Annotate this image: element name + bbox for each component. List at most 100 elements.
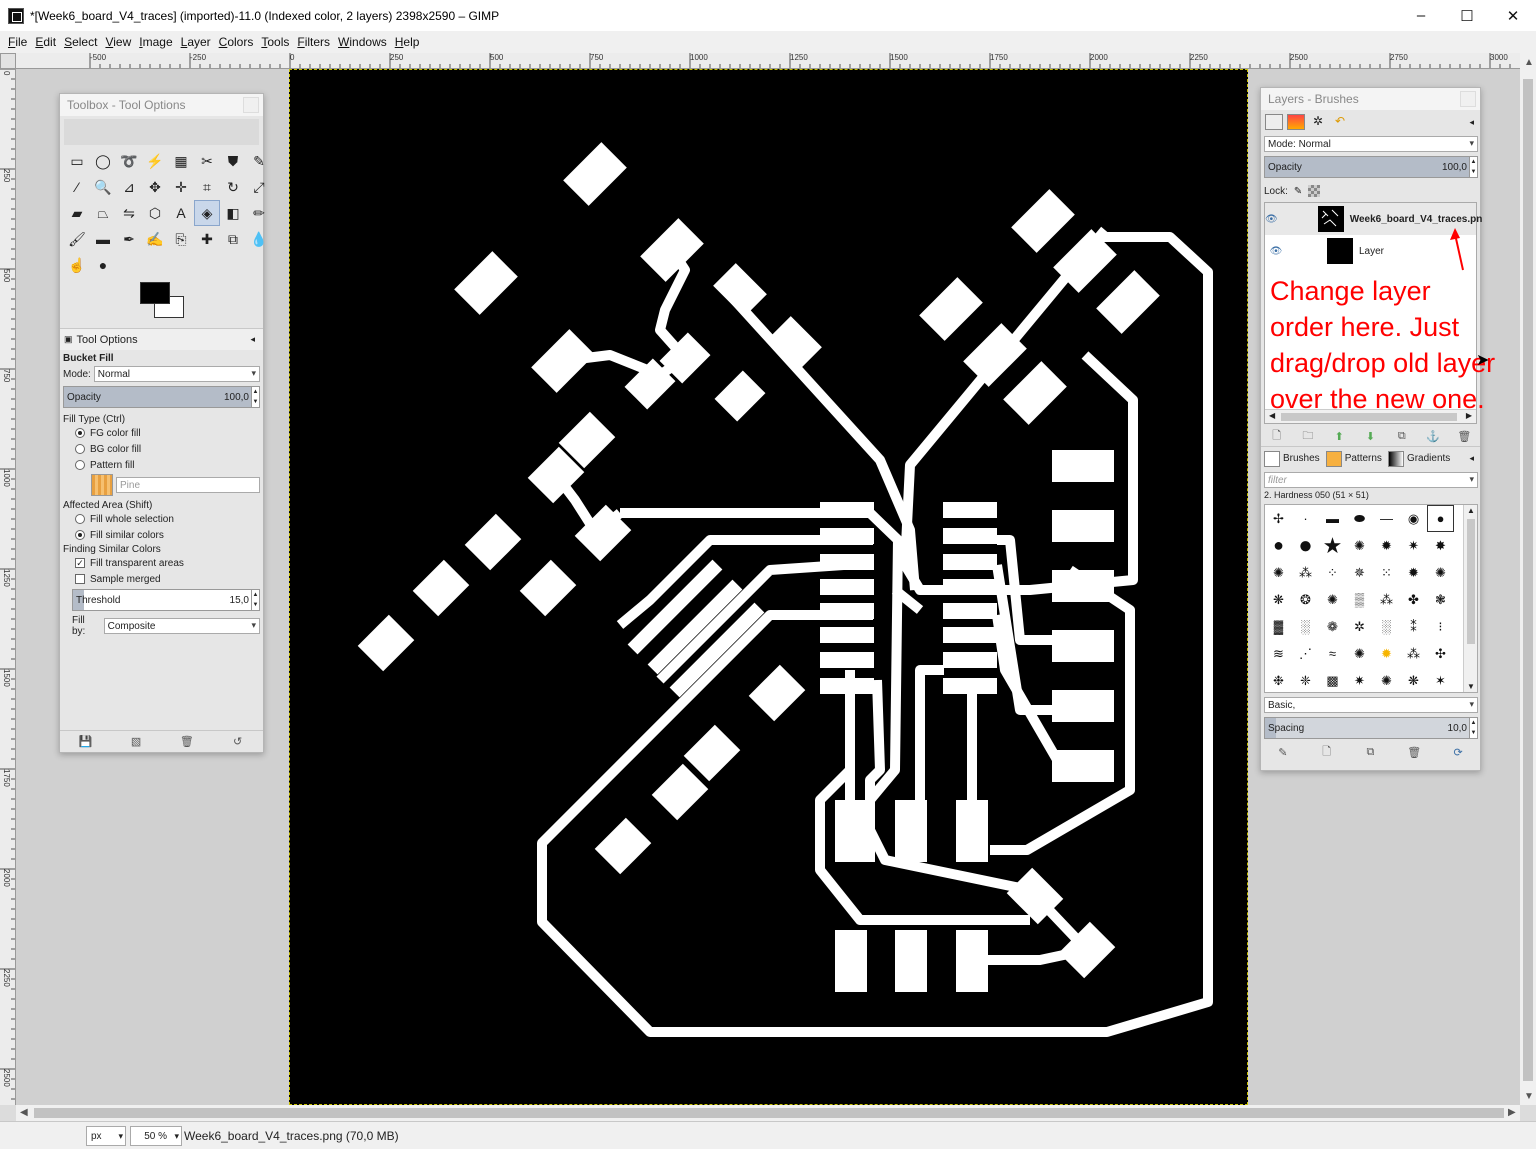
brush-item[interactable]: ✶ [1427, 667, 1454, 692]
brush-item[interactable]: ❋ [1265, 586, 1292, 613]
new-layer-icon[interactable]: 🗋 [1266, 427, 1288, 446]
brush-item-selected[interactable]: ● [1427, 505, 1454, 532]
brush-item[interactable]: ⁘ [1319, 559, 1346, 586]
paintbrush-tool-icon[interactable]: 🖌 [64, 226, 90, 252]
tab-brushes[interactable]: Brushes [1264, 450, 1320, 467]
menu-select[interactable]: Select [60, 35, 101, 49]
paths-tab-icon[interactable]: ✲ [1309, 114, 1327, 130]
scroll-right-arrow[interactable]: ▶ [1508, 1107, 1516, 1118]
layer-mode-select[interactable]: Mode: Normal ▾ [1264, 136, 1478, 152]
perspective-clone-tool-icon[interactable]: ⧉ [220, 226, 246, 252]
radio[interactable] [75, 460, 85, 470]
layer-opacity-slider[interactable]: Opacity 100,0 ▲ ▼ [1264, 156, 1478, 178]
brush-preset-select[interactable]: Basic, ▾ [1264, 697, 1478, 713]
fg-color-fill-option[interactable]: FG color fill [63, 425, 260, 441]
menu-help[interactable]: Help [391, 35, 424, 49]
mode-select[interactable]: Normal ▾ [93, 366, 260, 382]
brush-item[interactable]: ⁑ [1400, 613, 1427, 640]
brush-item[interactable]: ⁂ [1373, 586, 1400, 613]
brush-item[interactable]: ░ [1292, 613, 1319, 640]
rect-select-tool-icon[interactable]: ▭ [64, 148, 90, 174]
anchor-layer-icon[interactable]: ⚓ [1422, 430, 1444, 443]
brush-item[interactable]: ◉ [1400, 505, 1427, 532]
unit-selector[interactable]: px ▾ [86, 1126, 126, 1146]
scroll-up-arrow[interactable]: ▲ [1524, 57, 1534, 68]
brush-item[interactable]: ❉ [1265, 667, 1292, 692]
close-button[interactable]: ✕ [1490, 0, 1536, 31]
menu-colors[interactable]: Colors [215, 35, 258, 49]
fill-by-select[interactable]: Composite ▾ [103, 618, 260, 634]
brush-item[interactable]: ⁝ [1427, 613, 1454, 640]
brush-item[interactable]: ✺ [1427, 559, 1454, 586]
eye-icon[interactable]: 👁 [1265, 246, 1287, 257]
threshold-spinner[interactable]: ▲ ▼ [251, 590, 259, 610]
brush-item[interactable]: ❁ [1319, 613, 1346, 640]
menu-image[interactable]: Image [135, 35, 176, 49]
threshold-slider[interactable]: Threshold 15,0 ▲ ▼ [72, 589, 260, 611]
channels-tab-icon[interactable] [1287, 114, 1305, 130]
pencil-tool-icon[interactable]: ✏ [246, 200, 272, 226]
airbrush-tool-icon[interactable]: ✒ [116, 226, 142, 252]
brush-item[interactable]: ✹ [1373, 640, 1400, 667]
foreground-select-tool-icon[interactable]: ⛊ [220, 148, 246, 174]
radio-selected[interactable] [75, 428, 85, 438]
flip-tool-icon[interactable]: ⇋ [116, 200, 142, 226]
perspective-tool-icon[interactable]: ⏢ [90, 200, 116, 226]
scale-tool-icon[interactable]: ⤢ [246, 174, 272, 200]
clone-tool-icon[interactable]: ⎘ [168, 226, 194, 252]
bg-color-fill-option[interactable]: BG color fill [63, 441, 260, 457]
blend-tool-icon[interactable]: ◧ [220, 200, 246, 226]
ruler-corner-button[interactable] [0, 53, 16, 69]
brush-item[interactable]: · [1292, 505, 1319, 532]
bucket-fill-tool-icon[interactable]: ◈ [194, 200, 220, 226]
blur-tool-icon[interactable]: 💧 [246, 226, 272, 252]
scroll-down-arrow[interactable]: ▼ [1524, 1091, 1534, 1102]
brush-item[interactable]: ✢ [1265, 505, 1292, 532]
sample-merged-option[interactable]: Sample merged [63, 571, 260, 587]
shear-tool-icon[interactable]: ▰ [64, 200, 90, 226]
ink-tool-icon[interactable]: ✍ [142, 226, 168, 252]
refresh-brushes-icon[interactable]: ⟳ [1447, 746, 1469, 759]
scissors-tool-icon[interactable]: ✂ [194, 148, 220, 174]
pattern-fill-option[interactable]: Pattern fill [63, 457, 260, 473]
dodge-burn-tool-icon[interactable]: ● [90, 252, 116, 278]
brush-item[interactable]: ✣ [1427, 640, 1454, 667]
close-dock-button[interactable] [1460, 91, 1476, 107]
maximize-button[interactable]: ☐ [1444, 0, 1490, 31]
eye-icon[interactable]: 👁 [1265, 214, 1278, 225]
brush-item[interactable]: ▓ [1265, 613, 1292, 640]
free-select-tool-icon[interactable]: ➰ [116, 148, 142, 174]
brush-item[interactable]: ⋰ [1292, 640, 1319, 667]
brush-item[interactable]: ❋ [1400, 667, 1427, 692]
duplicate-brush-icon[interactable]: ⧉ [1359, 746, 1381, 759]
opacity-spinner[interactable]: ▲ ▼ [251, 387, 259, 407]
checkbox[interactable] [75, 574, 85, 584]
brush-item[interactable]: ⁙ [1373, 559, 1400, 586]
brush-grid[interactable]: ✢ · ▬ ⬬ ― ◉ ● ● ● ★ ✺ ✹ ✷ ✸ ✺ ⁂ ⁘ ✵ ⁙ ✹ … [1264, 504, 1478, 693]
vertical-ruler[interactable]: 0 250 500 750 1000 1250 1500 1750 2000 2… [0, 69, 16, 1105]
delete-brush-icon[interactable]: 🗑 [1403, 746, 1425, 759]
tab-patterns[interactable]: Patterns [1325, 450, 1382, 467]
menu-layer[interactable]: Layer [177, 35, 215, 49]
move-tool-icon[interactable]: ✥ [142, 174, 168, 200]
brush-item[interactable]: ✹ [1400, 559, 1427, 586]
pattern-preview[interactable] [91, 474, 113, 496]
zoom-selector[interactable]: 50 % ▾ [130, 1126, 182, 1146]
tab-menu-icon[interactable]: ◂ [1469, 117, 1474, 128]
brush-item[interactable]: ✺ [1346, 640, 1373, 667]
zoom-tool-icon[interactable]: 🔍 [90, 174, 116, 200]
menu-windows[interactable]: Windows [334, 35, 391, 49]
delete-layer-icon[interactable]: 🗑 [1453, 430, 1475, 443]
brush-item[interactable]: ― [1373, 505, 1400, 532]
brush-item[interactable]: ✺ [1373, 667, 1400, 692]
brush-item[interactable]: ❈ [1292, 667, 1319, 692]
brush-item[interactable]: ✷ [1400, 532, 1427, 559]
brush-item[interactable]: ✸ [1427, 532, 1454, 559]
reset-options-icon[interactable]: ↺ [227, 735, 249, 748]
horizontal-scrollbar[interactable]: ◀ ▶ [16, 1105, 1520, 1121]
brush-item[interactable]: ✤ [1400, 586, 1427, 613]
crop-tool-icon[interactable]: ⌗ [194, 174, 220, 200]
tool-options-tab[interactable]: ▣ Tool Options ◂ [60, 328, 263, 350]
scroll-up-arrow[interactable]: ▲ [1467, 506, 1475, 515]
layer-item-layer[interactable]: 👁 Layer [1265, 235, 1476, 267]
